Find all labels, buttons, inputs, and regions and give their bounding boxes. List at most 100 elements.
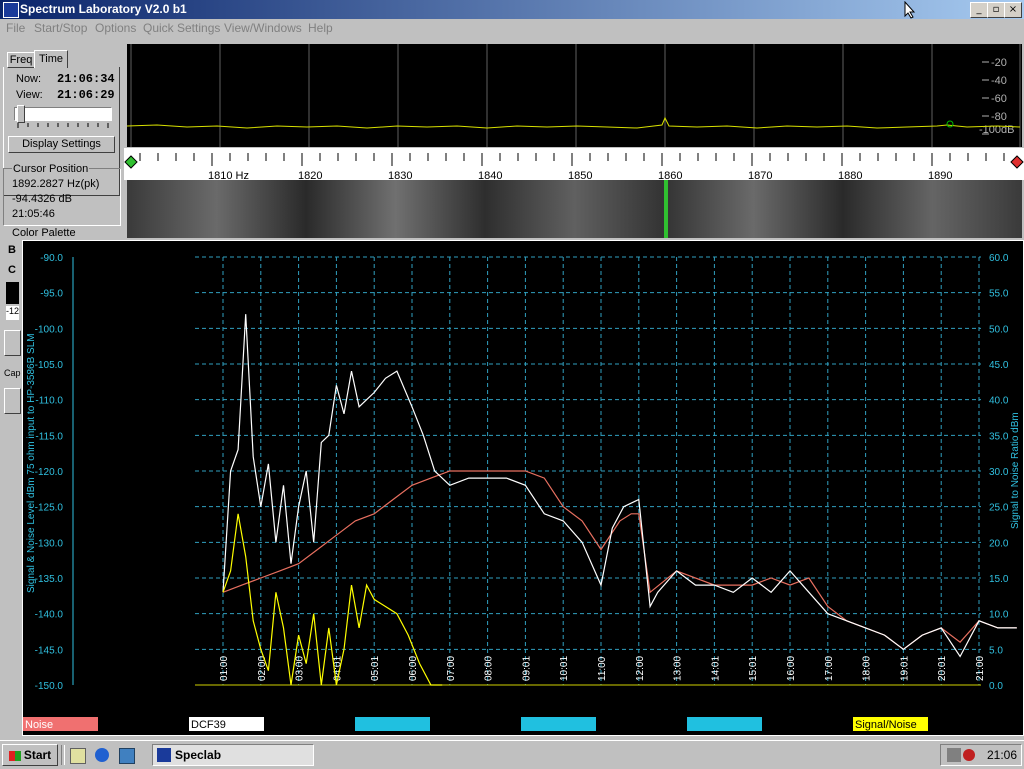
slider-ticks [17, 123, 109, 128]
x-tick-label: 10:01 [559, 656, 570, 681]
tab-freq[interactable]: Freq [7, 52, 35, 68]
tab-time[interactable]: Time [34, 50, 68, 68]
x-tick-label: 07:00 [446, 656, 457, 681]
y-tick-label: -145.0 [35, 645, 64, 656]
taskbar-task-speclab[interactable]: Speclab [152, 744, 314, 766]
left-panel: Freq Time Now: 21:06:34 View: 21:06:29 D… [0, 40, 126, 240]
now-value: 21:06:34 [57, 72, 115, 86]
y-tick-label: -95.0 [40, 289, 63, 300]
peak-marker [946, 120, 954, 128]
freq-label-1880: 1880 [838, 170, 862, 180]
legend-label: DCF39 [191, 719, 226, 731]
cursor-position-group: Cursor Position 1892.2827 Hz(pk) -94.432… [3, 163, 121, 226]
chart-window: -90.0 60.0 -95.0 55.0 -100.0 50.0 -105.0 45.0 -1… [22, 240, 1024, 736]
outlook-icon[interactable] [119, 748, 135, 764]
time-slider-thumb[interactable] [17, 105, 25, 123]
taskbar-separator [61, 745, 65, 765]
x-tick-label: 16:00 [786, 656, 797, 681]
freq-label-1840: 1840 [478, 170, 502, 180]
side-caption: Cap [4, 368, 21, 378]
frequency-scale[interactable]: 1810 Hz 1820 1830 1840 1850 1860 1870 18… [124, 148, 1024, 182]
cursor-level: -94.4326 dB [12, 193, 72, 205]
y-tick-label-right: 55.0 [989, 289, 1009, 300]
y-tick-label-right: 20.0 [989, 538, 1009, 549]
view-label: View: [16, 89, 43, 101]
side-button-1[interactable] [4, 330, 21, 356]
y-tick-label: -125.0 [35, 503, 64, 514]
menu-start-stop[interactable]: Start/Stop [34, 21, 87, 35]
restore-button[interactable]: ▫ [987, 2, 1005, 18]
y-tick-label: -135.0 [35, 574, 64, 585]
show-desktop-icon[interactable] [70, 748, 86, 764]
close-button[interactable]: × [1004, 2, 1022, 18]
db-label-20: -20 [991, 57, 1007, 69]
y-tick-label: -90.0 [40, 253, 63, 264]
title-bar: Spectrum Laboratory V2.0 b1 _ ▫ × [0, 0, 1024, 19]
x-tick-label: 19:01 [899, 656, 910, 681]
x-tick-label: 17:00 [824, 656, 835, 681]
start-label: Start [23, 748, 52, 762]
x-tick-label: 11:00 [597, 656, 608, 681]
waterfall-display[interactable] [127, 180, 1022, 238]
tray-volume-icon[interactable] [963, 749, 975, 761]
legend-label: Noise [25, 719, 53, 731]
menu-help[interactable]: Help [308, 21, 333, 35]
db-label-60: -60 [991, 93, 1007, 105]
y-tick-label: -100.0 [35, 324, 64, 335]
waterfall-carrier-line [664, 180, 668, 238]
left-strip: B C -12 Cap [0, 240, 22, 735]
y-tick-label: -130.0 [35, 538, 64, 549]
mouse-pointer-icon [904, 1, 916, 19]
x-tick-label: 21:00 [975, 656, 986, 681]
minimize-button[interactable]: _ [970, 2, 988, 18]
legend-swatch[interactable] [355, 717, 430, 731]
y-tick-label-right: 5.0 [989, 645, 1003, 656]
y-tick-label-right: 45.0 [989, 360, 1009, 371]
menu-options[interactable]: Options [95, 21, 136, 35]
display-settings-button[interactable]: Display Settings [8, 136, 115, 153]
freq-label-1830: 1830 [388, 170, 412, 180]
menu-view-windows[interactable]: View/Windows [224, 21, 302, 35]
right-marker-icon[interactable] [1010, 155, 1024, 169]
internet-explorer-icon[interactable] [95, 748, 109, 762]
speclab-task-icon [157, 748, 171, 762]
y-tick-label-right: 30.0 [989, 467, 1009, 478]
y-tick-label-right: 0.0 [989, 681, 1003, 692]
cursor-position-title: Cursor Position [12, 163, 90, 175]
x-tick-label: 09:01 [521, 656, 532, 681]
spectrum-plot: -20 -40 -60 -80 -100dB [126, 44, 1021, 147]
now-label: Now: [16, 73, 42, 85]
system-tray: 21:06 [940, 744, 1022, 766]
y-tick-label: -115.0 [35, 431, 63, 442]
freq-label-1810: 1810 Hz [208, 170, 249, 180]
y-tick-label-right: 60.0 [989, 253, 1009, 264]
y-tick-label-right: 15.0 [989, 574, 1009, 585]
task-label: Speclab [175, 748, 222, 762]
watch-list-chart[interactable]: -90.0 60.0 -95.0 55.0 -100.0 50.0 -105.0 45.0 -1… [23, 241, 1023, 735]
y-axis-label: Signal & Noise Level dBm 75 ohm input to… [26, 333, 37, 593]
spectrum-graph[interactable]: -20 -40 -60 -80 -100dB [126, 44, 1022, 147]
menu-quick-settings[interactable]: Quick Settings [143, 21, 220, 35]
time-slider[interactable] [14, 107, 112, 121]
y-tick-label-right: 50.0 [989, 324, 1009, 335]
color-palette-label: Color Palette [12, 227, 76, 239]
legend-swatch[interactable] [521, 717, 596, 731]
x-tick-label: 05:01 [370, 656, 381, 681]
freq-label-1850: 1850 [568, 170, 592, 180]
x-tick-label: 02:00 [257, 656, 268, 681]
side-value[interactable]: -12 [6, 306, 19, 320]
side-letter-b: B [8, 244, 16, 256]
menu-file[interactable]: File [6, 21, 25, 35]
side-button-2[interactable] [4, 388, 21, 414]
x-tick-label: 03:00 [295, 656, 306, 681]
x-tick-label: 20:01 [937, 656, 948, 681]
tray-network-icon[interactable] [947, 748, 961, 762]
freq-label-1820: 1820 [298, 170, 322, 180]
legend-label: Signal/Noise [855, 719, 917, 731]
start-button[interactable]: Start [2, 744, 58, 766]
x-tick-label: 14:01 [710, 656, 721, 681]
x-tick-label: 13:00 [673, 656, 684, 681]
legend-swatch[interactable] [687, 717, 762, 731]
left-marker-icon[interactable] [124, 155, 138, 169]
x-tick-label: 12:00 [635, 656, 646, 681]
